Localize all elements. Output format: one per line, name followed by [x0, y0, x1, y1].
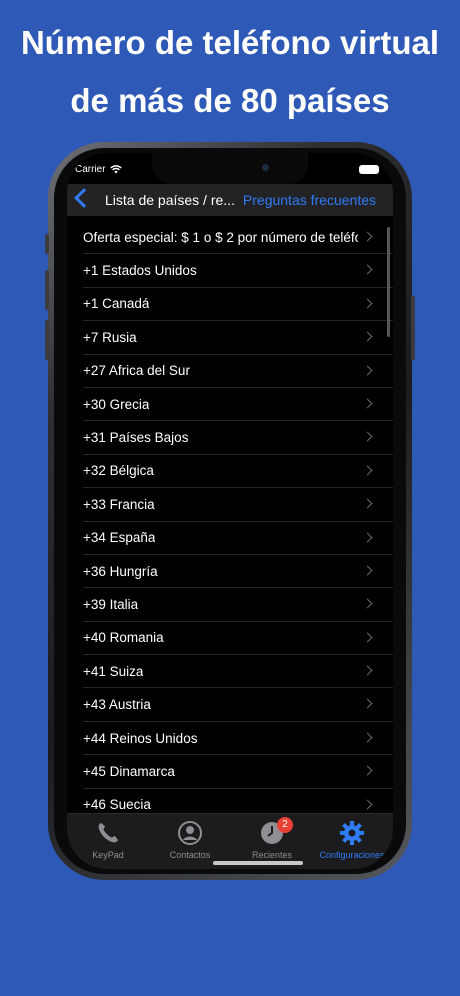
faq-button[interactable]: Preguntas frecuentes: [243, 192, 376, 208]
chevron-right-icon: [362, 264, 373, 275]
home-indicator: [213, 861, 303, 865]
list-item[interactable]: Oferta especial: $ 1 o $ 2 por número de…: [83, 221, 393, 255]
scrollbar[interactable]: [387, 227, 390, 337]
chevron-right-icon: [362, 465, 373, 476]
list-item-label: +41 Suiza: [83, 663, 144, 679]
list-item[interactable]: +40 Romania: [83, 622, 393, 656]
tab-configuraciones-label: Configuraciones: [319, 850, 385, 860]
side-button-volume-down: [45, 320, 49, 360]
notch: [152, 153, 308, 184]
side-button-power: [411, 296, 415, 360]
list-item-label: +31 Países Bajos: [83, 430, 189, 446]
chevron-right-icon: [362, 665, 373, 676]
list-item-label: +1 Estados Unidos: [83, 263, 197, 279]
chevron-right-icon: [362, 398, 373, 409]
back-chevron-icon[interactable]: [74, 188, 94, 208]
list-item[interactable]: +45 Dinamarca: [83, 755, 393, 789]
list-item-label: +44 Reinos Unidos: [83, 730, 198, 746]
list-item-label: Oferta especial: $ 1 o $ 2 por número de…: [83, 229, 358, 245]
list-item[interactable]: +33 Francia: [83, 488, 393, 522]
wifi-icon: [109, 165, 122, 174]
chevron-right-icon: [362, 799, 373, 810]
list-item-label: +46 Suecia: [83, 797, 151, 813]
chevron-right-icon: [362, 365, 373, 376]
tab-contactos[interactable]: Contactos: [149, 814, 231, 862]
tab-recientes-label: Recientes: [251, 850, 293, 860]
battery-icon: [359, 165, 379, 174]
list-item-label: +27 Africa del Sur: [83, 363, 190, 379]
list-item[interactable]: +44 Reinos Unidos: [83, 722, 393, 756]
chevron-right-icon: [362, 632, 373, 643]
chevron-right-icon: [362, 298, 373, 309]
chevron-right-icon: [362, 732, 373, 743]
list-item[interactable]: +36 Hungría: [83, 555, 393, 589]
recientes-badge: 2: [277, 817, 293, 833]
list-item-label: +45 Dinamarca: [83, 763, 175, 779]
chevron-right-icon: [362, 765, 373, 776]
list-item-label: +7 Rusia: [83, 329, 137, 345]
chevron-right-icon: [362, 498, 373, 509]
chevron-right-icon: [362, 598, 373, 609]
camera-icon: [262, 164, 269, 171]
headline: Número de teléfono virtual de más de 80 …: [0, 14, 460, 130]
list-item[interactable]: +1 Estados Unidos: [83, 254, 393, 288]
list-item[interactable]: +34 España: [83, 522, 393, 555]
list-item-label: +39 Italia: [83, 596, 139, 612]
list-item[interactable]: +1 Canadá: [83, 288, 393, 322]
contact-icon: [178, 821, 202, 845]
headline-line-1: Número de teléfono virtual: [20, 24, 440, 61]
list-item-label: +33 Francia: [83, 496, 155, 512]
gear-icon: [340, 821, 364, 845]
carrier-label: Carrier: [75, 164, 106, 175]
list-item[interactable]: +7 Rusia: [83, 321, 393, 355]
list-item-label: +36 Hungría: [83, 563, 158, 579]
list-item-label: +30 Grecia: [83, 396, 150, 412]
list-item[interactable]: +39 Italia: [83, 588, 393, 622]
chevron-right-icon: [362, 565, 373, 576]
chevron-right-icon: [362, 231, 373, 242]
chevron-right-icon: [362, 431, 373, 442]
phone-screen: Carrier Lista de países / re... Pregunta…: [67, 153, 393, 869]
list-item-label: +32 Bélgica: [83, 463, 154, 479]
country-list[interactable]: Oferta especial: $ 1 o $ 2 por número de…: [67, 221, 393, 813]
list-item[interactable]: +32 Bélgica: [83, 455, 393, 489]
tab-contactos-label: Contactos: [169, 850, 211, 860]
navigation-bar: Lista de países / re... Preguntas frecue…: [67, 184, 393, 216]
list-item[interactable]: +43 Austria: [83, 688, 393, 722]
list-item[interactable]: +41 Suiza: [83, 655, 393, 689]
tab-keypad[interactable]: KeyPad: [67, 814, 149, 862]
headline-line-2: de más de 80 países: [70, 82, 390, 119]
chevron-right-icon: [362, 331, 373, 342]
chevron-right-icon: [362, 532, 373, 542]
list-item-label: +1 Canadá: [83, 296, 150, 312]
list-item-label: +43 Austria: [83, 697, 151, 713]
nav-title: Lista de países / re...: [105, 192, 235, 208]
tab-keypad-label: KeyPad: [92, 850, 124, 860]
list-item-label: +40 Romania: [83, 630, 164, 646]
list-item[interactable]: +30 Grecia: [83, 388, 393, 422]
phone-icon: [98, 823, 118, 843]
tab-recientes[interactable]: 2 Recientes: [231, 814, 313, 862]
list-item[interactable]: +27 Africa del Sur: [83, 355, 393, 388]
chevron-right-icon: [362, 699, 373, 709]
list-item[interactable]: +31 Países Bajos: [83, 421, 393, 455]
side-button-silent: [45, 234, 49, 254]
list-item-label: +34 España: [83, 530, 156, 546]
tab-configuraciones[interactable]: Configuraciones: [311, 814, 393, 862]
side-button-volume-up: [45, 270, 49, 310]
status-bar-carrier: Carrier: [75, 164, 122, 175]
list-item[interactable]: +46 Suecia: [83, 789, 393, 813]
